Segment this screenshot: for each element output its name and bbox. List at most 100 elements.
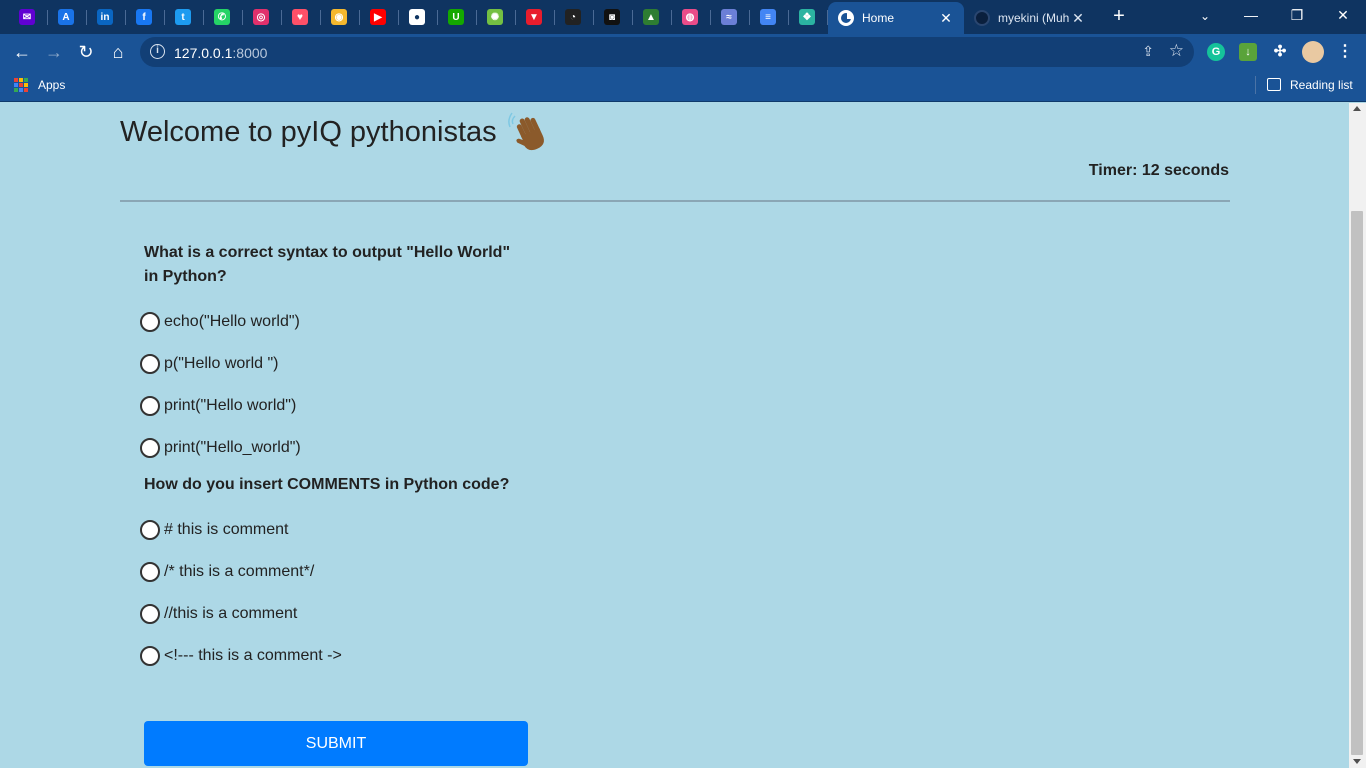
extensions-puzzle-icon[interactable]: ✣ — [1271, 43, 1289, 61]
tab-title: myekini (Muh — [998, 11, 1070, 25]
instagram-icon: ◎ — [253, 9, 269, 25]
radio-button[interactable] — [140, 646, 160, 666]
radio-button[interactable] — [140, 396, 160, 416]
pinned-tab[interactable]: U — [441, 4, 471, 30]
pinned-tab[interactable]: ◎ — [246, 4, 276, 30]
page-title-text: Welcome to pyIQ pythonistas — [120, 115, 497, 148]
answer-label: # this is comment — [164, 521, 289, 538]
apps-grid-icon[interactable] — [14, 78, 28, 92]
pinned-tab-divider — [593, 10, 594, 25]
browser-toolbar: ← → ↻ ⌂ i 127.0.0.1:8000 ⇪ ☆ G ↓ ✣ ⋮ — [0, 34, 1366, 70]
github-icon — [974, 10, 990, 26]
timer: Timer: 12 seconds — [1089, 162, 1229, 180]
pinned-tab[interactable]: ♥ — [285, 4, 315, 30]
answer-option[interactable]: p("Hello world ") — [140, 353, 279, 375]
facebook-icon: f — [136, 9, 152, 25]
info-icon[interactable]: i — [150, 44, 165, 59]
pinned-tab[interactable]: ≡ — [753, 4, 783, 30]
scroll-up-arrow-icon[interactable] — [1353, 106, 1361, 111]
radio-button[interactable] — [140, 520, 160, 540]
url-port: :8000 — [232, 45, 268, 61]
grammarly-icon[interactable]: G — [1207, 43, 1225, 61]
share-icon[interactable]: ⇪ — [1142, 43, 1154, 60]
tab-home[interactable]: Home ✕ — [828, 2, 964, 34]
pinned-tab-divider — [437, 10, 438, 25]
radio-button[interactable] — [140, 438, 160, 458]
bookmark-star-icon[interactable]: ☆ — [1169, 41, 1184, 61]
download-extension-icon[interactable]: ↓ — [1239, 43, 1257, 61]
tab-github[interactable]: myekini (Muh ✕ — [964, 2, 1096, 34]
answer-label: //this is a comment — [164, 605, 298, 622]
pinned-tab-divider — [554, 10, 555, 25]
minimize-button[interactable]: — — [1228, 0, 1274, 32]
pinned-tab[interactable]: ▼ — [519, 4, 549, 30]
pinned-tab[interactable]: f — [129, 4, 159, 30]
radio-button[interactable] — [140, 604, 160, 624]
pinned-tab[interactable]: ◍ — [675, 4, 705, 30]
pinned-tab-divider — [242, 10, 243, 25]
close-tab-icon[interactable]: ✕ — [1070, 10, 1086, 27]
url-text[interactable]: 127.0.0.1:8000 — [174, 45, 267, 61]
scrollbar-thumb[interactable] — [1351, 211, 1363, 755]
pinned-tab[interactable]: t — [168, 4, 198, 30]
reading-list-button[interactable]: Reading list — [1290, 78, 1353, 92]
menu-kebab-icon[interactable]: ⋮ — [1336, 43, 1354, 61]
close-window-button[interactable]: ✕ — [1320, 0, 1366, 32]
pinned-tab[interactable]: ● — [402, 4, 432, 30]
reload-button[interactable]: ↻ — [72, 38, 100, 66]
pinned-tab[interactable]: ◔ — [558, 4, 588, 30]
pinned-tab-divider — [476, 10, 477, 25]
answer-option[interactable]: <!--- this is a comment -> — [140, 645, 342, 667]
pinned-tab[interactable]: in — [90, 4, 120, 30]
twitter-icon: t — [175, 9, 191, 25]
answer-label: <!--- this is a comment -> — [164, 647, 342, 664]
answer-option[interactable]: //this is a comment — [140, 603, 297, 625]
waving-hand-icon — [507, 112, 544, 151]
pinned-tab[interactable]: ◙ — [597, 4, 627, 30]
submit-button[interactable]: SUBMIT — [144, 721, 528, 766]
header-divider — [120, 200, 1230, 202]
radio-button[interactable] — [140, 312, 160, 332]
radio-button[interactable] — [140, 562, 160, 582]
home-button[interactable]: ⌂ — [104, 38, 132, 66]
whatsapp-icon: ✆ — [214, 9, 230, 25]
pinned-tab[interactable]: ▲ — [636, 4, 666, 30]
pinned-tab[interactable]: ❖ — [792, 4, 822, 30]
pinned-tab[interactable]: ✆ — [207, 4, 237, 30]
profile-avatar[interactable] — [1302, 41, 1324, 63]
pinned-tab[interactable]: ✺ — [480, 4, 510, 30]
pinned-tab-divider — [710, 10, 711, 25]
bookmarks-bar: Apps Reading list — [0, 70, 1366, 102]
yahoo-mail-icon: ✉ — [19, 9, 35, 25]
pinned-tab[interactable]: ▶ — [363, 4, 393, 30]
back-button[interactable]: ← — [8, 38, 36, 66]
incognito-icon: ◔ — [565, 9, 581, 25]
reading-list-icon[interactable] — [1267, 78, 1281, 91]
page-scrollbar[interactable] — [1349, 103, 1366, 768]
new-tab-button[interactable]: + — [1108, 5, 1130, 27]
pinned-tab-divider — [281, 10, 282, 25]
pinned-tab-divider — [788, 10, 789, 25]
answer-option[interactable]: # this is comment — [140, 519, 288, 541]
answer-option[interactable]: print("Hello world") — [140, 395, 296, 417]
pinned-tab[interactable]: A — [51, 4, 81, 30]
answer-option[interactable]: echo("Hello world") — [140, 311, 300, 333]
scroll-down-arrow-icon[interactable] — [1353, 759, 1361, 764]
tab-search-chevron-icon[interactable]: ⌄ — [1196, 6, 1214, 26]
close-tab-icon[interactable]: ✕ — [938, 10, 954, 27]
pinned-tab-divider — [632, 10, 633, 25]
pinned-tab[interactable]: ✉ — [12, 4, 42, 30]
bookmarks-divider — [1255, 76, 1256, 94]
forward-button[interactable]: → — [40, 38, 68, 66]
dribbble-ball-icon: ✺ — [487, 9, 503, 25]
pinned-tab[interactable]: ◉ — [324, 4, 354, 30]
address-bar[interactable]: i 127.0.0.1:8000 ⇪ ☆ — [140, 37, 1194, 67]
answer-option[interactable]: print("Hello_world") — [140, 437, 301, 459]
tab-strip: ✉ Ain f t ✆ ◎ ♥ ◉ ▶ ● U ✺ ▼ ◔ ◙ ▲ ◍ ≈ ≡ ❖ Home ✕ myekini (M… — [0, 0, 1366, 34]
restore-button[interactable]: ❐ — [1274, 0, 1320, 32]
apps-bookmark[interactable]: Apps — [38, 78, 65, 92]
pinned-tab-divider — [749, 10, 750, 25]
answer-option[interactable]: /* this is a comment*/ — [140, 561, 314, 583]
pinned-tab[interactable]: ≈ — [714, 4, 744, 30]
radio-button[interactable] — [140, 354, 160, 374]
